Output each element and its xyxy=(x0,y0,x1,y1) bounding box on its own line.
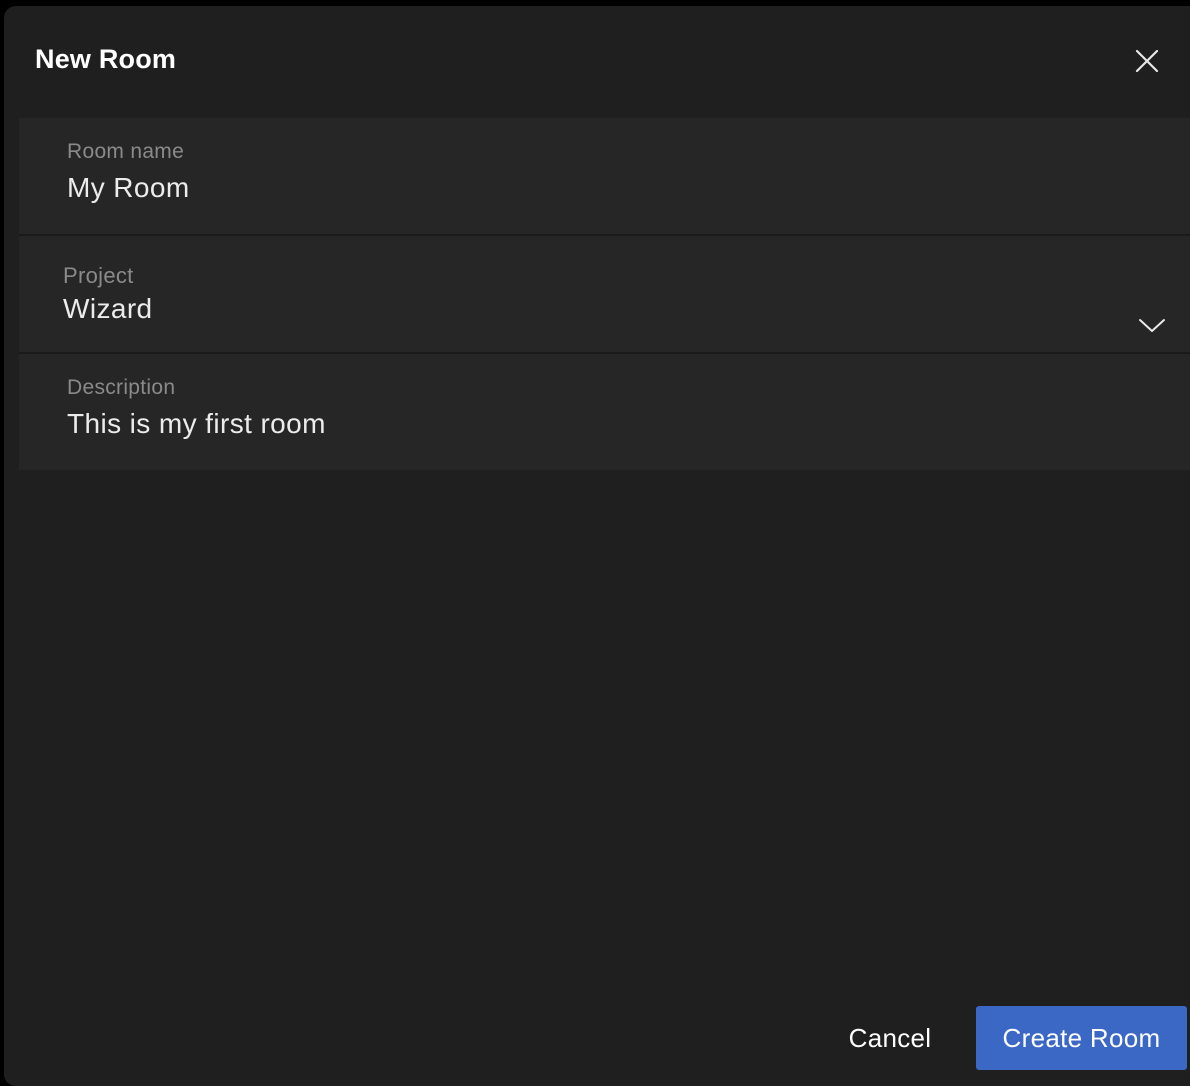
new-room-dialog: New Room Room name My Room Project Wizar… xyxy=(4,6,1190,1086)
create-room-button[interactable]: Create Room xyxy=(976,1006,1187,1070)
close-button[interactable] xyxy=(1130,44,1164,78)
project-label: Project xyxy=(63,263,134,288)
room-name-label: Room name xyxy=(67,140,185,163)
cancel-button[interactable]: Cancel xyxy=(830,1006,950,1070)
room-name-field[interactable]: Room name My Room xyxy=(19,118,1190,235)
description-input[interactable]: This is my first room xyxy=(67,408,326,440)
project-selected-value[interactable]: Wizard xyxy=(63,293,153,325)
room-name-input[interactable]: My Room xyxy=(67,172,190,204)
close-icon xyxy=(1135,49,1159,73)
chevron-down-icon[interactable] xyxy=(1137,316,1167,334)
description-label: Description xyxy=(67,376,176,399)
project-select[interactable]: Project Wizard xyxy=(19,236,1190,353)
description-field[interactable]: Description This is my first room xyxy=(19,354,1190,470)
dialog-title: New Room xyxy=(35,44,177,74)
